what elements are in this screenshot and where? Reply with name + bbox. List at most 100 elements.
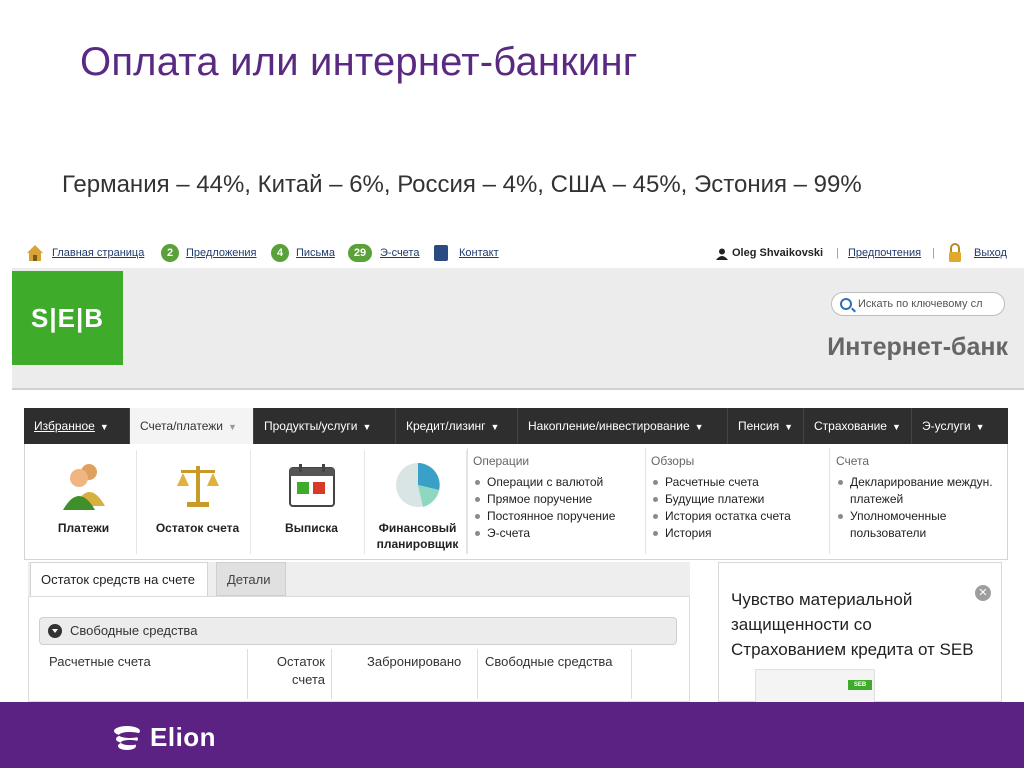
column-heading: Счета xyxy=(836,454,870,468)
tab-balance[interactable]: Остаток средств на счете xyxy=(30,562,208,596)
balance-card: Свободные средства Расчетные счета Остат… xyxy=(28,596,690,702)
separator: | xyxy=(932,247,935,259)
divider xyxy=(331,649,332,699)
chevron-down-icon: ▼ xyxy=(891,422,901,432)
divider xyxy=(477,649,478,699)
chevron-down-icon: ▼ xyxy=(490,422,500,432)
chevron-down-icon: ▼ xyxy=(99,422,109,432)
user-name: Oleg Shvaikovski xyxy=(732,247,824,259)
menu-label: Кредит/лизинг xyxy=(406,419,486,433)
free-funds-header[interactable]: Свободные средства xyxy=(39,617,677,645)
collapse-icon[interactable] xyxy=(48,624,62,638)
tile-financial-planner[interactable]: Финансовый планировщик xyxy=(369,450,467,554)
letters-link[interactable]: Письма xyxy=(296,247,335,259)
overviews-link-accounts[interactable]: Расчетные счета xyxy=(651,474,826,491)
site-header: S|E|B Искать по ключевому сл Интернет-ба… xyxy=(12,268,1024,390)
operations-link-direct-order[interactable]: Прямое поручение xyxy=(473,491,648,508)
offers-link[interactable]: Предложения xyxy=(186,247,257,259)
pie-chart-icon xyxy=(396,463,440,507)
main-menu: Избранное ▼ Счета/платежи ▼ Продукты/услуг… xyxy=(24,408,1008,444)
seb-logo[interactable]: S|E|B xyxy=(12,271,123,365)
divider xyxy=(829,448,830,554)
einvoices-link[interactable]: Э-счета xyxy=(380,247,419,259)
elion-logo-icon xyxy=(114,726,141,750)
menu-products-services[interactable]: Продукты/услуги ▼ xyxy=(254,408,396,444)
promo-panel: Чувство материальной защищенности со Стр… xyxy=(718,562,1002,702)
bank-name: Интернет-банк xyxy=(827,333,1008,361)
overviews-link-balance-history[interactable]: История остатка счета xyxy=(651,508,826,525)
bank-screenshot: Главная страница 2 Предложения 4 Письма … xyxy=(12,240,1024,702)
slide-title: Оплата или интернет-банкинг xyxy=(80,40,638,84)
overviews-column: Обзоры Расчетные счета Будущие платежи И… xyxy=(651,454,826,542)
operations-column: Операции Операции с валютой Прямое поруч… xyxy=(473,454,648,542)
divider xyxy=(645,448,646,554)
lock-icon xyxy=(949,243,961,262)
accounts-link-declaration[interactable]: Декларирование междун. платежей xyxy=(836,474,996,508)
preferences-link[interactable]: Предпочтения xyxy=(848,247,921,259)
calendar-icon xyxy=(289,464,335,507)
menu-favorites[interactable]: Избранное ▼ xyxy=(24,408,130,444)
operations-link-standing-order[interactable]: Постоянное поручение xyxy=(473,508,648,525)
tile-label: Остаток счета xyxy=(155,521,240,535)
logout-link[interactable]: Выход xyxy=(974,247,1007,259)
menu-label: Пенсия xyxy=(738,419,780,433)
overviews-link-history[interactable]: История xyxy=(651,525,826,542)
tab-details[interactable]: Детали xyxy=(216,562,286,596)
menu-savings-investing[interactable]: Накопление/инвестирование ▼ xyxy=(518,408,728,444)
menu-credit-leasing[interactable]: Кредит/лизинг ▼ xyxy=(396,408,518,444)
contact-link[interactable]: Контакт xyxy=(459,247,499,259)
menu-pension[interactable]: Пенсия ▼ xyxy=(728,408,804,444)
menu-dropdown-panel: Платежи Остаток счета Выписка Финансовый… xyxy=(24,444,1008,560)
top-bar: Главная страница 2 Предложения 4 Письма … xyxy=(12,240,1024,268)
menu-insurance[interactable]: Страхование ▼ xyxy=(804,408,912,444)
tile-statement[interactable]: Выписка xyxy=(259,450,365,554)
home-icon[interactable] xyxy=(26,244,44,262)
letters-count-badge: 4 xyxy=(271,244,289,262)
slide-subtitle: Германия – 44%, Китай – 6%, Россия – 4%,… xyxy=(62,171,862,198)
column-header-accounts: Расчетные счета xyxy=(49,654,151,669)
promo-image: SEB xyxy=(755,669,875,702)
search-placeholder: Искать по ключевому сл xyxy=(858,298,983,310)
column-heading: Операции xyxy=(473,454,530,468)
divider xyxy=(631,649,632,699)
tile-label: Финансовый планировщик xyxy=(376,521,459,551)
scales-icon xyxy=(177,466,219,507)
separator: | xyxy=(836,247,839,259)
chevron-down-icon: ▼ xyxy=(784,422,794,432)
contact-icon xyxy=(434,245,448,261)
promo-seb-logo: SEB xyxy=(848,680,872,690)
divider xyxy=(247,649,248,699)
tile-account-balance[interactable]: Остаток счета xyxy=(145,450,251,554)
balance-section: Остаток средств на счете Детали Свободны… xyxy=(28,562,690,702)
promo-text[interactable]: Чувство материальной защищенности со Стр… xyxy=(731,587,981,662)
menu-accounts-payments[interactable]: Счета/платежи ▼ xyxy=(130,408,254,444)
menu-label: Накопление/инвестирование xyxy=(528,419,690,433)
menu-label: Счета/платежи xyxy=(140,419,223,433)
tile-label: Выписка xyxy=(285,521,338,535)
column-header-reserved: Забронировано xyxy=(367,654,462,669)
einvoices-count-badge: 29 xyxy=(348,244,372,262)
operations-link-currency[interactable]: Операции с валютой xyxy=(473,474,648,491)
elion-logo-text: Elion xyxy=(150,722,217,752)
column-header-free-funds: Свободные средства xyxy=(485,654,613,669)
home-link[interactable]: Главная страница xyxy=(52,247,144,259)
column-header-balance: Остаток счета xyxy=(276,654,325,687)
close-icon[interactable]: ✕ xyxy=(975,585,991,601)
overviews-link-future-payments[interactable]: Будущие платежи xyxy=(651,491,826,508)
chevron-down-icon: ▼ xyxy=(694,422,704,432)
users-icon xyxy=(63,464,105,510)
user-icon xyxy=(716,248,728,260)
chevron-down-icon: ▼ xyxy=(362,422,372,432)
search-icon[interactable] xyxy=(840,298,852,310)
menu-e-services[interactable]: Э-услуги ▼ xyxy=(912,408,1008,444)
operations-link-einvoices[interactable]: Э-счета xyxy=(473,525,648,542)
tile-payments[interactable]: Платежи xyxy=(31,450,137,554)
search-input[interactable]: Искать по ключевому сл xyxy=(831,292,1005,316)
free-funds-title: Свободные средства xyxy=(70,623,198,638)
accounts-link-authorized-users[interactable]: Уполномоченные пользователи xyxy=(836,508,996,542)
menu-label: Страхование xyxy=(814,419,887,433)
chevron-down-icon: ▼ xyxy=(227,422,237,432)
menu-label: Продукты/услуги xyxy=(264,419,358,433)
accounts-column: Счета Декларирование междун. платежей Уп… xyxy=(836,454,996,542)
divider xyxy=(467,448,468,554)
